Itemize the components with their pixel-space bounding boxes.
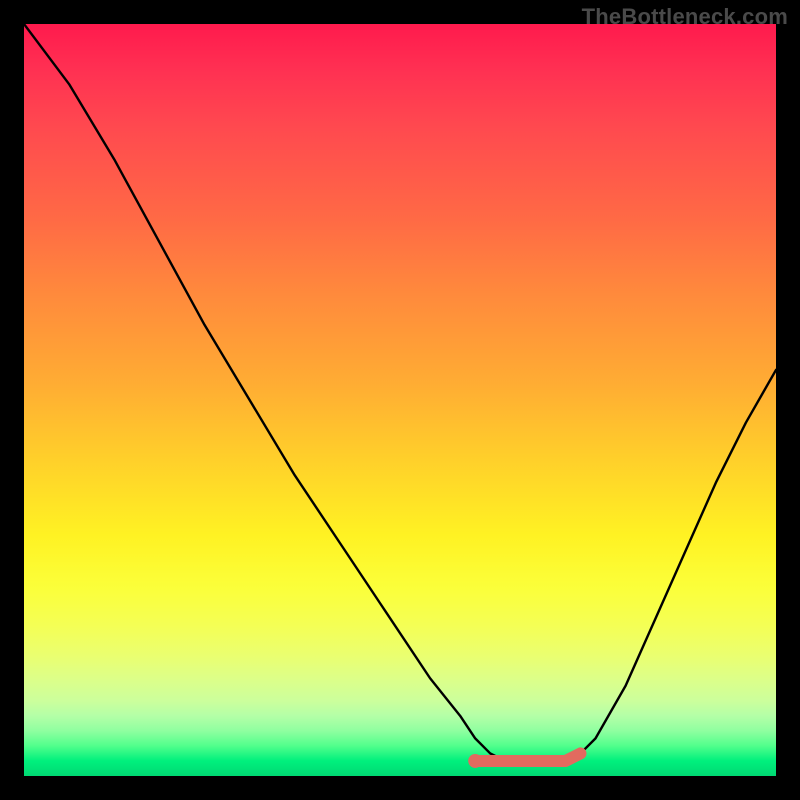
chart-plot-area [24, 24, 776, 776]
chart-svg [24, 24, 776, 776]
curve-line [24, 24, 776, 761]
watermark-text: TheBottleneck.com [582, 4, 788, 30]
chart-frame: TheBottleneck.com [0, 0, 800, 800]
trough-start-dot [468, 754, 482, 768]
